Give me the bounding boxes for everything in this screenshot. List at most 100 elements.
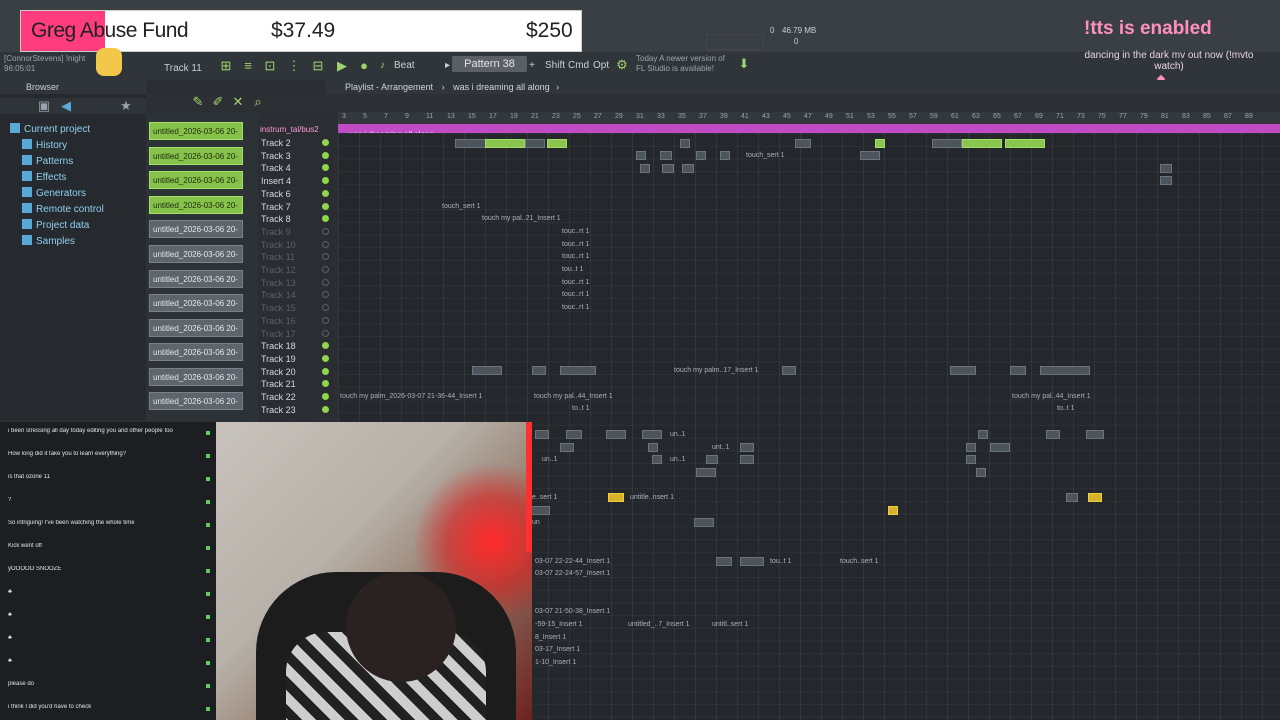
playlist-clip[interactable] [875,139,885,148]
mute-toggle[interactable] [322,266,329,273]
snap-icon[interactable]: ⊞ [218,58,234,74]
playlist-song[interactable]: was i dreaming all along [453,82,550,92]
pattern-clip[interactable]: untitled_2026-03-06 20- [149,392,243,410]
track-header[interactable]: Track 3 [261,150,331,162]
pattern-clip[interactable]: untitled_2026-03-06 20- [149,368,243,386]
pattern-clip[interactable]: untitled_2026-03-06 20- [149,245,243,263]
playlist-clip[interactable]: 1-10_Insert 1 [533,658,593,667]
mute-toggle[interactable] [322,227,329,235]
playlist-icon[interactable]: ≡ [240,58,256,74]
mute-toggle[interactable] [322,240,329,248]
playlist-clip[interactable] [696,468,716,477]
track-header[interactable]: Track 22 [261,391,331,403]
mute-toggle[interactable] [322,164,329,172]
playlist-clip[interactable] [648,443,658,452]
download-icon[interactable]: ⬇ [736,56,752,72]
playlist-clip[interactable]: 8_Insert 1 [533,633,593,642]
mute-toggle[interactable] [322,253,329,261]
playlist-clip[interactable]: to..t 1 [1055,404,1095,413]
playlist-clip[interactable] [652,455,662,464]
mute-toggle[interactable] [322,139,329,146]
playlist-clip[interactable]: untitl..sert 1 [710,620,770,629]
track-header[interactable]: Track 23 [261,404,331,416]
browser-back-icon[interactable]: ◀ [58,98,74,114]
mute-toggle[interactable] [322,342,329,350]
playlist-clip[interactable]: touch_sert 1 [744,151,804,160]
playlist-clip[interactable]: touc..rt 1 [560,227,610,236]
playlist-clip[interactable] [1088,493,1102,502]
playlist-clip[interactable] [660,151,672,160]
track-header[interactable]: Track 13 [261,277,331,289]
mute-toggle[interactable] [322,278,329,286]
playlist-clip[interactable]: touc..rt 1 [560,252,610,261]
playlist-clip[interactable]: un..1 [668,455,702,464]
playlist-clip[interactable]: tou..t 1 [768,557,808,566]
playlist-clip[interactable] [966,455,976,464]
playlist-clip[interactable]: touch my palm..17_Insert 1 [672,366,782,375]
playlist-clip[interactable]: -59-15_Insert 1 [533,620,623,629]
track-header[interactable]: Track 14 [261,289,331,301]
beat-mode[interactable]: Beat [394,60,415,71]
browser-item-remote-control[interactable]: Remote control [10,202,104,218]
pattern-clip[interactable]: untitled_2026-03-06 20- [149,294,243,312]
playlist-clip[interactable] [640,164,650,173]
playlist-clip[interactable]: untitled_..7_Insert 1 [626,620,706,629]
mute-toggle[interactable] [322,367,329,375]
playlist-clip[interactable] [720,151,730,160]
pattern-prev-icon[interactable]: ▸ [445,60,450,71]
pattern-clip[interactable]: untitled_2026-03-06 20- [149,220,243,238]
playlist-clip[interactable] [525,139,545,148]
pencil-icon[interactable]: ✎ [190,94,206,110]
pattern-selector[interactable]: Pattern 38 [452,56,527,72]
playlist-clip[interactable]: e..sert 1 [530,493,590,502]
browser-item-effects[interactable]: Effects [10,170,104,186]
playlist-clip[interactable] [706,455,718,464]
track-header[interactable]: Track 17 [261,328,331,340]
playlist-clip[interactable] [530,506,550,515]
pattern-clip[interactable]: untitled_2026-03-06 20- [149,343,243,361]
track-header[interactable]: Track 16 [261,315,331,327]
playlist-clip[interactable] [888,506,898,515]
playlist-clip[interactable] [485,139,525,148]
playlist-clip[interactable] [795,139,811,148]
playlist-clip[interactable] [532,366,546,375]
track-header[interactable]: Insert 4 [261,175,331,187]
playlist-clip[interactable] [694,518,714,527]
playlist-clip[interactable] [608,493,624,502]
opt-key[interactable]: Opt [593,60,609,71]
mic-icon[interactable]: ● [356,58,372,74]
track-header[interactable]: Track 15 [261,302,331,314]
playlist-clip[interactable]: 03-17_Insert 1 [533,645,593,654]
arrangement-lane[interactable]: was i dreaming all along [338,124,1280,139]
mute-toggle[interactable] [322,151,329,159]
playlist-clip[interactable] [740,557,764,566]
playlist-clip[interactable]: 03-07 22-22-44_Insert 1 [533,557,713,566]
track-header[interactable]: Track 6 [261,188,331,200]
playlist-clip[interactable]: touch..sert 1 [838,557,898,566]
track-header[interactable]: Track 4 [261,162,331,174]
playlist-clip[interactable]: 03-07 21-50-38_Insert 1 [533,607,713,616]
playlist-clip[interactable]: un..1 [540,455,580,464]
track-header[interactable]: Track 8 [261,213,331,225]
mute-toggle[interactable] [322,215,329,223]
playlist-clip[interactable] [696,151,706,160]
update-notice[interactable]: Today A newer version of FL Studio is av… [636,54,736,74]
playlist-clip[interactable]: touc..rt 1 [560,240,610,249]
track-header[interactable]: Track 2 [261,137,331,149]
zoom-icon[interactable]: ⌕ [250,94,266,110]
playlist-clip[interactable] [976,468,986,477]
gear-icon[interactable]: ⚙ [614,57,630,73]
pattern-clip[interactable]: untitled_2026-03-06 20- [149,196,243,214]
playlist-clip[interactable]: touc..rt 1 [560,278,610,287]
browser-item-samples[interactable]: Samples [10,234,104,250]
dropdown-icon[interactable]: › [556,82,559,92]
playlist-clip[interactable] [472,366,502,375]
mute-toggle[interactable] [322,189,329,197]
pattern-clip[interactable]: untitled_2026-03-06 20- [149,122,243,140]
playlist-clip[interactable] [642,430,662,439]
mute-toggle[interactable] [322,202,329,210]
track-header[interactable]: Track 21 [261,378,331,390]
playlist-clip[interactable]: touch my palm_2026-03-07 21-36-44_Insert… [338,392,528,401]
playlist-clip[interactable] [1160,164,1172,173]
pattern-clip[interactable]: untitled_2026-03-06 20- [149,171,243,189]
